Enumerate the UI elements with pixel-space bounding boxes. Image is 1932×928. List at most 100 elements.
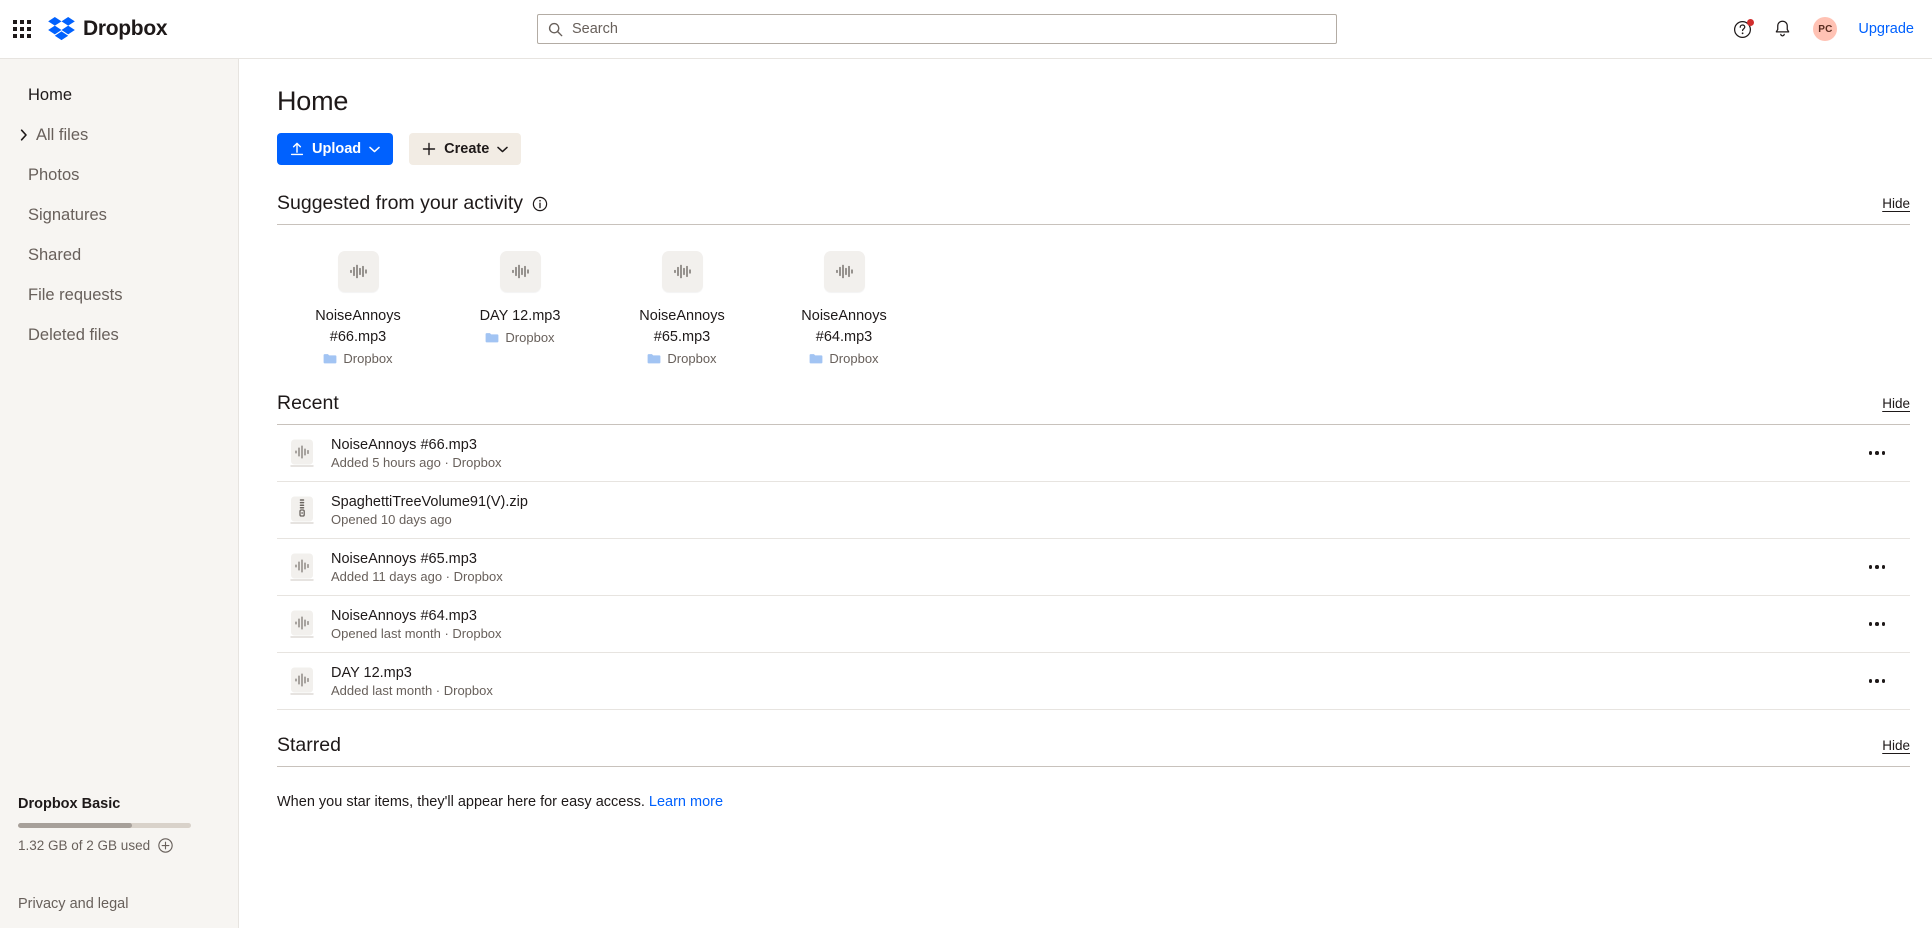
sidebar-item-label: All files xyxy=(36,125,89,144)
suggested-card-location: Dropbox xyxy=(647,351,717,366)
suggested-card[interactable]: NoiseAnnoys #66.mp3 Dropbox xyxy=(277,247,439,370)
sidebar-item-all-files[interactable]: All files xyxy=(0,115,238,155)
recent-title: Recent xyxy=(277,392,339,414)
row-overflow-menu-button[interactable] xyxy=(1854,665,1900,697)
audio-waveform-icon xyxy=(289,609,315,639)
file-name: NoiseAnnoys #66.mp3 xyxy=(331,436,477,453)
search-bar[interactable] xyxy=(537,14,1337,44)
table-row[interactable]: SpaghettiTreeVolume91(V).zip Opened 10 d… xyxy=(277,482,1910,539)
sidebar-item-file-requests[interactable]: File requests xyxy=(0,275,238,315)
sidebar-footer: Dropbox Basic 1.32 GB of 2 GB used Priva… xyxy=(0,796,238,928)
avatar-initials: PC xyxy=(1818,23,1833,35)
storage-usage-text: 1.32 GB of 2 GB used xyxy=(18,838,151,853)
top-bar: Dropbox Search PC Upgrade xyxy=(0,0,1932,59)
sidebar-item-signatures[interactable]: Signatures xyxy=(0,195,238,235)
suggested-hide-link[interactable]: Hide xyxy=(1882,196,1910,211)
upgrade-link[interactable]: Upgrade xyxy=(1858,21,1914,37)
starred-section: Starred Hide When you star items, they'l… xyxy=(277,734,1910,810)
sidebar-item-shared[interactable]: Shared xyxy=(0,235,238,275)
folder-icon xyxy=(486,333,499,343)
plus-circle-icon[interactable] xyxy=(158,838,173,853)
row-text: NoiseAnnoys #65.mp3 Added 11 days ago · … xyxy=(331,551,1854,584)
sidebar-item-home[interactable]: Home xyxy=(0,75,238,115)
suggested-card-location: Dropbox xyxy=(809,351,879,366)
ellipsis-icon xyxy=(1868,565,1886,569)
suggested-card-name: NoiseAnnoys #64.mp3 xyxy=(801,308,887,345)
file-meta: Added 5 hours ago · Dropbox xyxy=(331,454,502,470)
sidebar-item-label: File requests xyxy=(28,285,123,304)
search-icon xyxy=(548,22,563,36)
dropbox-glyph-icon xyxy=(48,16,75,40)
info-circle-icon[interactable] xyxy=(532,196,548,212)
audio-waveform-icon xyxy=(289,438,315,468)
plus-icon xyxy=(422,142,436,156)
sidebar-item-photos[interactable]: Photos xyxy=(0,155,238,195)
suggested-card[interactable]: NoiseAnnoys #65.mp3 Dropbox xyxy=(601,247,763,370)
page-title: Home xyxy=(277,86,349,116)
grid-apps-icon[interactable] xyxy=(13,20,31,38)
table-row[interactable]: NoiseAnnoys #65.mp3 Added 11 days ago · … xyxy=(277,539,1910,596)
action-buttons: Upload Create xyxy=(277,133,1910,165)
suggested-card[interactable]: NoiseAnnoys #64.mp3 Dropbox xyxy=(763,247,925,370)
sidebar-item-deleted-files[interactable]: Deleted files xyxy=(0,315,238,355)
file-name: SpaghettiTreeVolume91(V).zip xyxy=(331,493,528,510)
sidebar: Home All files Photos Signatures Shared … xyxy=(0,59,239,928)
bell-icon[interactable] xyxy=(1773,19,1792,39)
privacy-and-legal-link[interactable]: Privacy and legal xyxy=(0,896,238,912)
table-row[interactable]: NoiseAnnoys #66.mp3 Added 5 hours ago · … xyxy=(277,425,1910,482)
suggested-card-location-label: Dropbox xyxy=(829,351,879,366)
row-text: NoiseAnnoys #64.mp3 Opened last month · … xyxy=(331,608,1854,641)
suggested-card-location-label: Dropbox xyxy=(667,351,717,366)
row-overflow-menu-button[interactable] xyxy=(1854,608,1900,640)
storage-usage-row: 1.32 GB of 2 GB used xyxy=(18,838,220,853)
recent-section: Recent Hide NoiseAnnoys #66.mp3 Added 5 … xyxy=(277,392,1910,710)
file-meta: Added 11 days ago · Dropbox xyxy=(331,568,503,584)
upload-button[interactable]: Upload xyxy=(277,133,394,165)
suggested-card-location: Dropbox xyxy=(485,330,555,345)
dropbox-app: Dropbox Search PC Upgrade Home All files… xyxy=(0,0,1932,928)
sidebar-nav: Home All files Photos Signatures Shared … xyxy=(0,75,238,355)
audio-waveform-icon xyxy=(289,666,315,696)
main-content: Home Upload Create Suggested from your a… xyxy=(239,59,1932,928)
suggested-card-name: NoiseAnnoys #66.mp3 xyxy=(315,308,401,345)
sidebar-item-label: Photos xyxy=(28,165,80,184)
starred-hide-link[interactable]: Hide xyxy=(1882,738,1910,753)
audio-waveform-icon xyxy=(337,251,379,292)
audio-waveform-icon xyxy=(661,251,703,292)
help-circle-icon[interactable] xyxy=(1733,18,1755,39)
suggested-card-location-label: Dropbox xyxy=(343,351,393,366)
suggested-card-name: DAY 12.mp3 xyxy=(479,308,561,324)
recent-hide-link[interactable]: Hide xyxy=(1882,396,1910,411)
recent-list: NoiseAnnoys #66.mp3 Added 5 hours ago · … xyxy=(277,425,1910,710)
suggested-card-location-label: Dropbox xyxy=(505,330,555,345)
storage-plan-block: Dropbox Basic 1.32 GB of 2 GB used xyxy=(0,796,238,853)
zip-archive-icon xyxy=(289,495,315,525)
search-input[interactable] xyxy=(572,21,1326,37)
upload-button-label: Upload xyxy=(312,141,362,157)
table-row[interactable]: DAY 12.mp3 Added last month · Dropbox xyxy=(277,653,1910,710)
suggested-card[interactable]: DAY 12.mp3 Dropbox xyxy=(439,247,601,370)
learn-more-link[interactable]: Learn more xyxy=(649,794,723,810)
table-row[interactable]: NoiseAnnoys #64.mp3 Opened last month · … xyxy=(277,596,1910,653)
suggested-header: Suggested from your activity Hide xyxy=(277,192,1910,225)
suggested-title-wrap: Suggested from your activity xyxy=(277,192,548,215)
audio-waveform-icon xyxy=(823,251,865,292)
folder-icon xyxy=(324,354,337,364)
file-name: NoiseAnnoys #64.mp3 xyxy=(331,607,477,624)
brand-name: Dropbox xyxy=(83,17,168,40)
avatar[interactable]: PC xyxy=(1813,17,1838,41)
file-name: NoiseAnnoys #65.mp3 xyxy=(331,550,477,567)
row-overflow-menu-button[interactable] xyxy=(1854,551,1900,583)
file-name: DAY 12.mp3 xyxy=(331,664,412,681)
chevron-down-icon xyxy=(369,146,380,152)
file-meta: Opened last month · Dropbox xyxy=(331,625,502,641)
sidebar-item-label: Deleted files xyxy=(28,325,119,344)
starred-empty-text: When you star items, they'll appear here… xyxy=(277,794,645,810)
chevron-right-icon[interactable] xyxy=(16,129,32,141)
create-button[interactable]: Create xyxy=(409,133,522,165)
dropbox-logo-home-link[interactable]: Dropbox xyxy=(48,16,168,42)
suggested-cards: NoiseAnnoys #66.mp3 Dropbox DAY 12.mp3 D… xyxy=(277,225,1910,370)
row-text: DAY 12.mp3 Added last month · Dropbox xyxy=(331,665,1854,698)
create-button-label: Create xyxy=(444,141,490,157)
row-overflow-menu-button[interactable] xyxy=(1854,437,1900,469)
